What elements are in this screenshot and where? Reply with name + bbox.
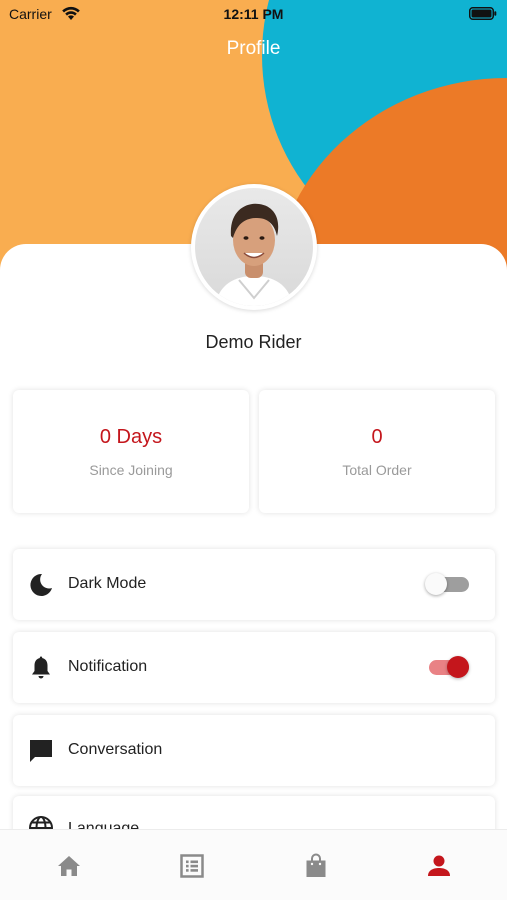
- avatar-photo: [195, 188, 313, 306]
- chat-icon: [30, 740, 52, 762]
- battery-icon: [469, 7, 497, 20]
- home-icon[interactable]: [55, 852, 83, 880]
- status-bar: Carrier 12:11 PM: [0, 0, 507, 28]
- stat-card-total-order: 0 Total Order: [259, 390, 495, 513]
- list-icon[interactable]: [178, 852, 206, 880]
- stat-label: Since Joining: [89, 462, 173, 478]
- dark-mode-toggle[interactable]: [425, 573, 469, 595]
- page-title: Profile: [226, 38, 281, 59]
- toggle-knob: [447, 656, 469, 678]
- moon-icon: [30, 573, 52, 596]
- shopping-bag-icon[interactable]: [302, 852, 330, 880]
- menu-item-label: Notification: [68, 658, 148, 675]
- menu-item-label: Dark Mode: [68, 575, 147, 592]
- stat-label: Total Order: [342, 462, 412, 478]
- user-name: Demo Rider: [205, 332, 302, 352]
- person-icon[interactable]: [425, 852, 453, 880]
- status-time: 12:11 PM: [223, 6, 284, 22]
- menu-item-notification[interactable]: Notification: [13, 632, 495, 703]
- avatar-person-illustration: [215, 203, 293, 306]
- stat-value: 0: [371, 426, 383, 448]
- bottom-navigation: [0, 829, 507, 900]
- toggle-knob: [425, 573, 447, 595]
- stat-value: 0 Days: [99, 426, 163, 448]
- bell-icon: [32, 656, 50, 679]
- menu-item-label: Conversation: [68, 741, 163, 758]
- notification-toggle[interactable]: [425, 656, 469, 678]
- avatar[interactable]: [191, 184, 317, 310]
- menu-item-conversation[interactable]: Conversation: [13, 715, 495, 786]
- menu-item-dark-mode[interactable]: Dark Mode: [13, 549, 495, 620]
- stat-card-since-joining: 0 Days Since Joining: [13, 390, 249, 513]
